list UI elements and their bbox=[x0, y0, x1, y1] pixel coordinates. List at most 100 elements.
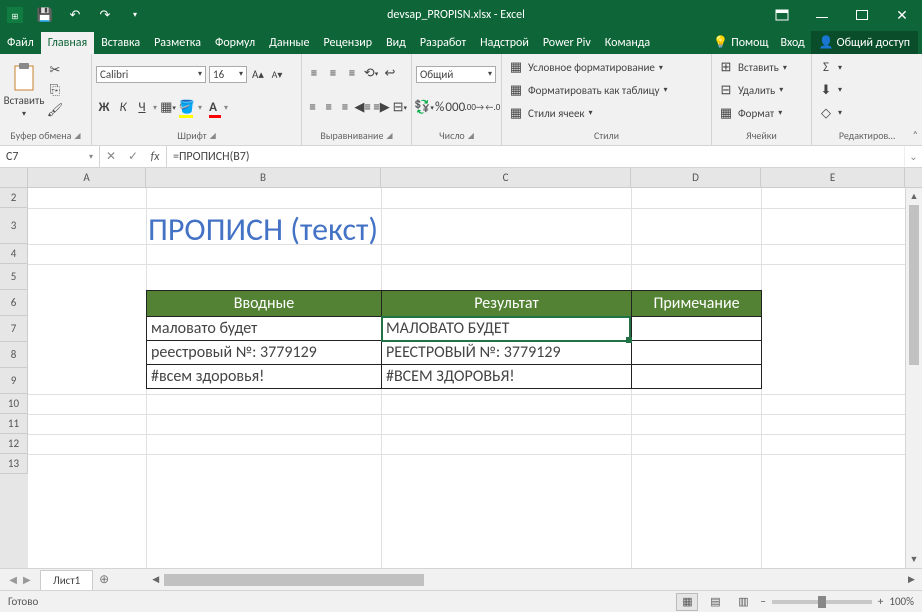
row-header[interactable]: 9 bbox=[0, 368, 28, 394]
tab-data[interactable]: Данные bbox=[262, 32, 316, 54]
align-center-icon[interactable]: ≡ bbox=[322, 99, 335, 115]
zoom-in-icon[interactable]: + bbox=[878, 595, 883, 608]
align-left-icon[interactable]: ≡ bbox=[306, 99, 319, 115]
wrap-text-icon[interactable]: ↩ bbox=[382, 66, 398, 82]
select-all-button[interactable] bbox=[0, 168, 28, 187]
vscroll-thumb[interactable] bbox=[909, 205, 919, 365]
col-header-a[interactable]: A bbox=[28, 168, 146, 187]
zoom-level[interactable]: 100% bbox=[889, 595, 914, 608]
cell-d7[interactable] bbox=[632, 317, 762, 341]
number-launcher-icon[interactable]: ◢ bbox=[468, 131, 474, 141]
tab-review[interactable]: Рецензир bbox=[316, 32, 379, 54]
zoom-slider[interactable] bbox=[772, 600, 872, 604]
row-header[interactable]: 3 bbox=[0, 208, 28, 244]
row-header[interactable]: 8 bbox=[0, 342, 28, 368]
tab-view[interactable]: Вид bbox=[379, 32, 413, 54]
tab-formulas[interactable]: Формул bbox=[208, 32, 262, 54]
fx-icon[interactable]: fx bbox=[144, 150, 166, 164]
font-launcher-icon[interactable]: ◢ bbox=[210, 131, 216, 141]
page-break-view-icon[interactable]: ▥ bbox=[732, 593, 754, 611]
scroll-right-icon[interactable]: ▶ bbox=[903, 574, 920, 585]
col-header-e[interactable]: E bbox=[761, 168, 905, 187]
row-header[interactable]: 5 bbox=[0, 264, 28, 290]
table-header-input[interactable]: Вводные bbox=[147, 291, 382, 317]
clear-button[interactable]: ◇▾ bbox=[816, 104, 918, 122]
tab-developer[interactable]: Разработ bbox=[413, 32, 473, 54]
formula-input[interactable]: =ПРОПИСН(B7) bbox=[167, 146, 904, 167]
align-right-icon[interactable]: ≡ bbox=[338, 99, 351, 115]
bold-button[interactable]: Ж bbox=[96, 100, 112, 116]
cell-d9[interactable] bbox=[632, 365, 762, 389]
decrease-indent-icon[interactable]: ◀≡ bbox=[355, 99, 371, 115]
scroll-down-icon[interactable]: ▼ bbox=[906, 551, 922, 568]
sheet-tab[interactable]: Лист1 bbox=[40, 570, 93, 590]
page-layout-view-icon[interactable]: ▤ bbox=[704, 593, 726, 611]
maximize-button[interactable] bbox=[842, 0, 882, 30]
normal-view-icon[interactable]: ▦ bbox=[676, 593, 698, 611]
cell-grid[interactable]: ПРОПИСН (текст) Вводные Результат Примеч… bbox=[28, 188, 905, 568]
horizontal-scrollbar[interactable]: ◀ ▶ bbox=[145, 574, 922, 586]
tab-team[interactable]: Команда bbox=[598, 32, 657, 54]
cut-icon[interactable]: ✂ bbox=[47, 63, 63, 79]
underline-button[interactable]: Ч bbox=[134, 100, 150, 116]
expand-formula-bar-icon[interactable]: ⌄ bbox=[904, 146, 922, 167]
close-button[interactable]: ✕ bbox=[882, 0, 922, 30]
cell-d8[interactable] bbox=[632, 341, 762, 365]
tab-addins[interactable]: Надстрой bbox=[473, 32, 536, 54]
sheet-nav[interactable]: ◀▶ bbox=[0, 573, 40, 586]
prev-sheet-icon[interactable]: ◀ bbox=[9, 573, 17, 586]
cell-b7[interactable]: маловато будет bbox=[147, 317, 382, 341]
zoom-out-icon[interactable]: − bbox=[760, 595, 765, 608]
copy-icon[interactable]: ⎘ bbox=[47, 83, 63, 99]
increase-font-icon[interactable]: A▴ bbox=[250, 66, 266, 82]
row-header[interactable]: 13 bbox=[0, 454, 28, 474]
percent-icon[interactable]: % bbox=[435, 100, 444, 116]
row-header[interactable]: 2 bbox=[0, 188, 28, 208]
col-header-b[interactable]: B bbox=[146, 168, 381, 187]
row-header[interactable]: 10 bbox=[0, 394, 28, 414]
collapse-ribbon-icon[interactable]: ˄ bbox=[913, 128, 918, 141]
font-name-select[interactable]: Calibri▾ bbox=[96, 66, 206, 83]
fill-color-icon[interactable]: 🪣 bbox=[179, 100, 195, 116]
currency-icon[interactable]: 💱▾ bbox=[416, 100, 432, 116]
minimize-button[interactable] bbox=[802, 0, 842, 30]
scroll-left-icon[interactable]: ◀ bbox=[147, 574, 164, 585]
next-sheet-icon[interactable]: ▶ bbox=[23, 573, 31, 586]
format-cells-button[interactable]: ▦Формат▾ bbox=[716, 104, 807, 122]
save-icon[interactable]: 💾 bbox=[30, 0, 60, 30]
enter-formula-icon[interactable]: ✓ bbox=[122, 149, 144, 164]
cell-styles-button[interactable]: ▦Стили ячеек▾ bbox=[506, 104, 707, 122]
row-header[interactable]: 12 bbox=[0, 434, 28, 454]
fill-button[interactable]: ⬇▾ bbox=[816, 81, 918, 99]
table-header-note[interactable]: Примечание bbox=[632, 291, 762, 317]
font-color-icon[interactable]: A bbox=[205, 100, 221, 116]
increase-indent-icon[interactable]: ≡▶ bbox=[374, 99, 390, 115]
cell-c8[interactable]: РЕЕСТРОВЫЙ №: 3779129 bbox=[382, 341, 632, 365]
ribbon-options-icon[interactable] bbox=[762, 0, 802, 30]
cell-b9[interactable]: #всем здоровья! bbox=[147, 365, 382, 389]
font-size-select[interactable]: 16▾ bbox=[209, 66, 247, 83]
comma-icon[interactable]: 000 bbox=[447, 100, 463, 116]
orientation-icon[interactable]: ⟲▾ bbox=[363, 66, 379, 82]
undo-icon[interactable]: ↶ bbox=[60, 0, 90, 30]
table-header-result[interactable]: Результат bbox=[382, 291, 632, 317]
cell-b8[interactable]: реестровый №: 3779129 bbox=[147, 341, 382, 365]
row-header[interactable]: 6 bbox=[0, 290, 28, 316]
tab-insert[interactable]: Вставка bbox=[94, 32, 147, 54]
align-middle-icon[interactable]: ≡ bbox=[325, 66, 341, 82]
conditional-formatting-button[interactable]: ▦Условное форматирование▾ bbox=[506, 59, 707, 77]
increase-decimal-icon[interactable]: .00→ bbox=[466, 100, 482, 116]
fill-handle[interactable] bbox=[626, 337, 632, 343]
sign-in[interactable]: Вход bbox=[774, 32, 810, 54]
decrease-decimal-icon[interactable]: ←.0 bbox=[485, 100, 500, 116]
row-header[interactable]: 11 bbox=[0, 414, 28, 434]
delete-cells-button[interactable]: ⊟Удалить▾ bbox=[716, 81, 807, 99]
tab-powerpivot[interactable]: Power Piv bbox=[536, 32, 598, 54]
cancel-formula-icon[interactable]: ✕ bbox=[100, 149, 122, 164]
col-header-d[interactable]: D bbox=[631, 168, 761, 187]
name-box[interactable]: C7▾ bbox=[0, 146, 100, 167]
add-sheet-button[interactable]: ⊕ bbox=[93, 572, 115, 587]
vertical-scrollbar[interactable]: ▲ ▼ bbox=[905, 188, 922, 568]
number-format-select[interactable]: Общий▾ bbox=[416, 66, 496, 83]
tell-me[interactable]: 💡Помощ bbox=[707, 31, 774, 54]
